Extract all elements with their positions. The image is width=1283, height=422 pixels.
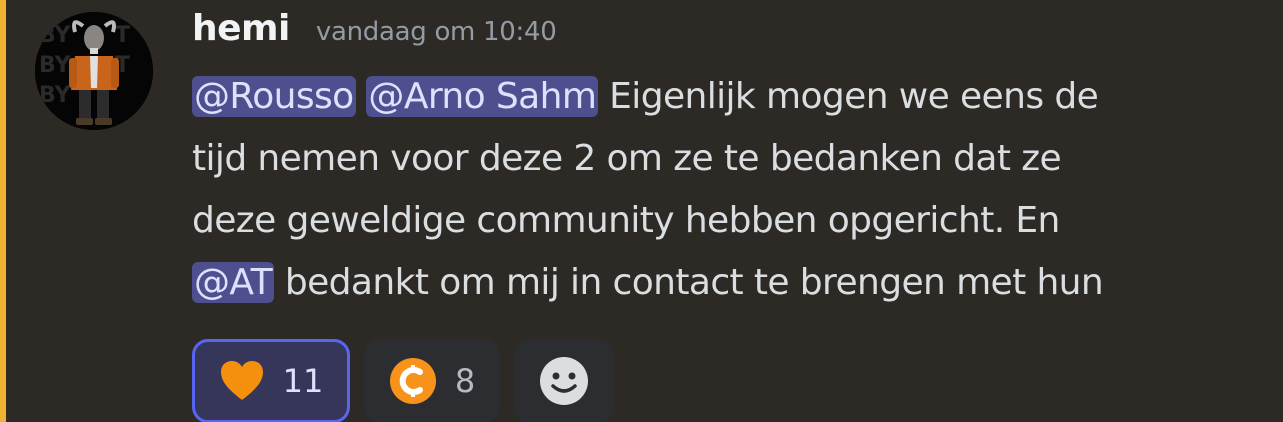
message-line: @Rousso @Arno Sahm Eigenlijk mogen we ee… bbox=[192, 66, 1262, 128]
message-text: bedankt om mij in contact te brengen met… bbox=[274, 262, 1104, 303]
svg-text:BY: BY bbox=[39, 83, 72, 108]
mention-highlight-bar bbox=[0, 0, 6, 422]
reaction-orange-heart[interactable]: 11 bbox=[192, 339, 350, 422]
mention-rousso[interactable]: @Rousso bbox=[192, 76, 356, 117]
reaction-count: 11 bbox=[282, 362, 324, 400]
message-content: @Rousso @Arno Sahm Eigenlijk mogen we ee… bbox=[192, 66, 1262, 314]
message-line: tijd nemen voor deze 2 om ze te bedanken… bbox=[192, 128, 1262, 190]
smiley-add-icon bbox=[538, 355, 590, 407]
avatar[interactable]: BY BY BY T T bbox=[35, 12, 153, 130]
coin-icon bbox=[389, 357, 437, 405]
message-text: tijd nemen voor deze 2 om ze te bedanken… bbox=[192, 138, 1062, 179]
reactions-bar: 11 8 bbox=[192, 339, 614, 422]
orange-heart-icon bbox=[219, 360, 265, 402]
message-line: deze geweldige community hebben opgerich… bbox=[192, 190, 1262, 252]
author-name[interactable]: hemi bbox=[192, 8, 290, 49]
message-text: Eigenlijk mogen we eens de bbox=[598, 76, 1099, 117]
svg-text:T: T bbox=[115, 23, 130, 48]
avatar-goat-image: BY BY BY T T bbox=[35, 12, 153, 130]
message-line: @AT bedankt om mij in contact te brengen… bbox=[192, 252, 1262, 314]
mention-at[interactable]: @AT bbox=[192, 262, 275, 303]
message-timestamp[interactable]: vandaag om 10:40 bbox=[316, 17, 557, 47]
add-reaction-button[interactable] bbox=[514, 339, 614, 422]
message-text: deze geweldige community hebben opgerich… bbox=[192, 200, 1060, 241]
reaction-count: 8 bbox=[454, 362, 476, 400]
svg-text:BY: BY bbox=[39, 53, 72, 78]
message-header: hemi vandaag om 10:40 bbox=[192, 8, 557, 64]
svg-text:BY: BY bbox=[39, 23, 72, 48]
mention-arno-sahm[interactable]: @Arno Sahm bbox=[366, 76, 599, 117]
reaction-coin[interactable]: 8 bbox=[364, 339, 500, 422]
